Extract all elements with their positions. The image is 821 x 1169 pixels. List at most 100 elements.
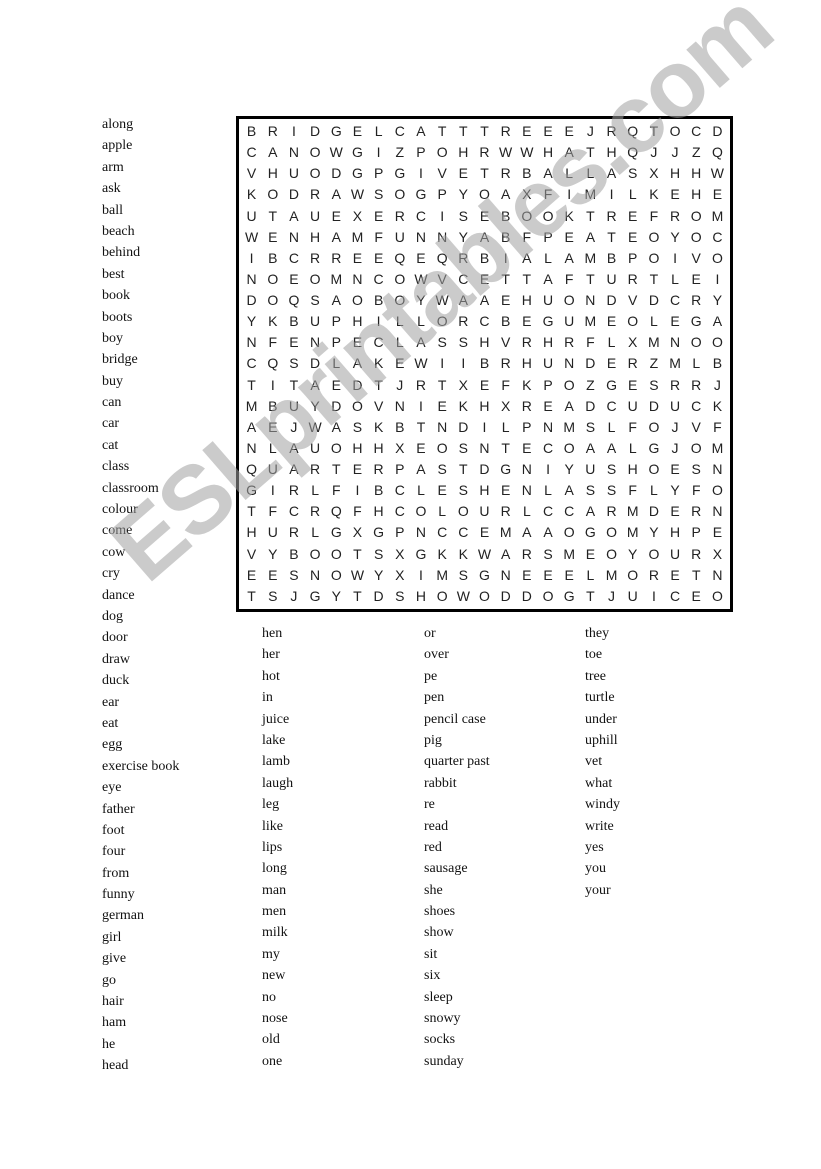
grid-cell: E xyxy=(268,566,278,583)
grid-cell: S xyxy=(458,439,468,456)
grid-cell: T xyxy=(459,461,468,478)
grid-cell: W xyxy=(414,270,428,287)
grid-cell: C xyxy=(691,397,702,414)
grid-cell: S xyxy=(691,461,701,478)
grid-cell: B xyxy=(500,207,511,224)
word-list-item: hen xyxy=(262,626,283,641)
grid-cell: O xyxy=(606,545,617,562)
grid-cell: S xyxy=(289,355,299,372)
grid-cell: V xyxy=(691,418,701,435)
grid-cell: E xyxy=(416,439,426,456)
grid-cell: N xyxy=(521,461,532,478)
word-list-item: ball xyxy=(102,202,123,218)
grid-cell: F xyxy=(501,376,510,393)
grid-cell: G xyxy=(648,439,660,456)
grid-cell: E xyxy=(606,313,617,330)
grid-cell: Y xyxy=(331,587,341,604)
grid-cell: Q xyxy=(627,123,639,139)
grid-cell: O xyxy=(563,524,575,541)
grid-cell: M xyxy=(563,418,576,435)
grid-cell: D xyxy=(288,186,299,203)
word-list-item: duck xyxy=(102,673,130,689)
grid-cell: U xyxy=(669,545,681,562)
grid-cell: X xyxy=(458,376,468,393)
grid-cell: Q xyxy=(246,461,258,478)
grid-cell: I xyxy=(291,123,296,139)
grid-cell: A xyxy=(564,482,574,499)
grid-cell: R xyxy=(521,545,532,562)
word-list-item: milk xyxy=(262,925,288,941)
grid-cell: G xyxy=(415,186,427,203)
grid-cell: H xyxy=(373,439,384,456)
grid-cell: F xyxy=(586,334,595,351)
grid-cell: U xyxy=(564,313,575,330)
grid-cell: E xyxy=(479,376,490,393)
grid-cell: U xyxy=(606,270,617,287)
grid-cell: O xyxy=(479,587,490,604)
grid-cell: E xyxy=(522,313,532,330)
grid-cell: V xyxy=(500,334,511,351)
word-list-item: arm xyxy=(102,159,124,175)
grid-cell: Y xyxy=(416,292,426,309)
grid-cell: G xyxy=(415,545,427,562)
grid-cell: D xyxy=(500,587,511,604)
grid-cell: R xyxy=(691,545,702,562)
grid-cell: B xyxy=(395,418,405,435)
grid-cell: R xyxy=(373,461,384,478)
grid-cell: O xyxy=(352,397,363,414)
grid-cell: E xyxy=(268,418,278,435)
grid-cell: E xyxy=(628,228,638,245)
grid-cell: O xyxy=(267,186,279,203)
grid-cell: O xyxy=(309,165,321,182)
word-list-item: laugh xyxy=(262,775,294,791)
grid-cell: P xyxy=(331,334,341,351)
word-list-item: four xyxy=(102,844,126,860)
grid-cell: M xyxy=(436,566,448,583)
grid-cell: L xyxy=(332,355,341,372)
grid-cell: D xyxy=(310,123,321,139)
grid-cell: S xyxy=(458,482,468,499)
grid-cell: Y xyxy=(373,566,384,583)
grid-cell: Y xyxy=(564,461,574,478)
grid-cell: M xyxy=(605,566,618,583)
grid-cell: R xyxy=(288,482,299,499)
grid-cell: C xyxy=(691,123,702,139)
word-list-item: best xyxy=(102,266,125,282)
grid-cell: T xyxy=(247,376,256,393)
word-list-item: cat xyxy=(102,437,119,453)
grid-cell: Q xyxy=(436,249,448,266)
grid-cell: E xyxy=(670,503,680,520)
grid-cell: L xyxy=(438,503,447,520)
grid-cell: J xyxy=(671,418,679,435)
word-list-item: windy xyxy=(585,797,620,813)
grid-cell: X xyxy=(395,545,405,562)
grid-cell: O xyxy=(479,186,490,203)
grid-cell: F xyxy=(522,228,532,245)
grid-cell: H xyxy=(627,461,638,478)
grid-cell: T xyxy=(586,587,595,604)
grid-cell: S xyxy=(352,418,363,435)
grid-cell: S xyxy=(395,587,405,604)
grid-cell: V xyxy=(246,545,257,562)
grid-cell: K xyxy=(268,313,278,330)
grid-cell: C xyxy=(246,355,257,372)
word-list-item: read xyxy=(424,818,449,834)
grid-cell: M xyxy=(330,270,343,287)
grid-cell: N xyxy=(564,355,575,372)
grid-cell: M xyxy=(648,334,660,351)
grid-cell: P xyxy=(543,228,553,245)
grid-cell: A xyxy=(500,545,511,562)
grid-cell: G xyxy=(500,461,512,478)
grid-cell: L xyxy=(586,165,595,182)
grid-cell: E xyxy=(246,566,257,583)
word-list-item: door xyxy=(102,630,128,646)
grid-cell: E xyxy=(437,397,447,414)
word-list-item: foot xyxy=(102,822,125,838)
grid-cell: S xyxy=(268,587,278,604)
grid-cell: E xyxy=(352,123,363,139)
grid-cell: A xyxy=(416,334,426,351)
grid-cell: R xyxy=(648,566,659,583)
grid-cell: E xyxy=(522,439,532,456)
grid-cell: E xyxy=(628,207,638,224)
grid-cell: U xyxy=(542,292,554,309)
